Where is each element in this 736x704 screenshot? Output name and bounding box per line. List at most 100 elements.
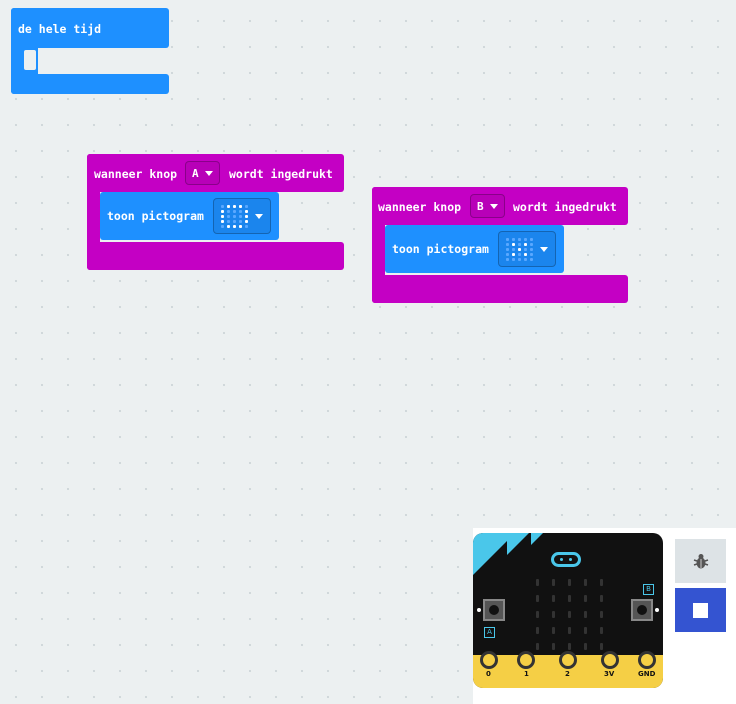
microbit-logo-icon[interactable] <box>551 552 581 567</box>
forever-label: de hele tijd <box>18 22 102 36</box>
on-button-b-pressed-block[interactable]: wanneer knop B wordt ingedrukt toon pict… <box>372 187 628 303</box>
led-cell <box>518 253 521 256</box>
led-cell <box>233 220 236 223</box>
chevron-down-icon <box>255 214 263 219</box>
debug-button[interactable] <box>675 539 726 583</box>
led-cell <box>227 210 230 213</box>
simulator-led <box>584 611 587 618</box>
led-cell <box>506 238 509 241</box>
pin-0[interactable] <box>480 651 498 669</box>
event-a-suffix: wordt ingedrukt <box>229 167 333 181</box>
led-cell <box>227 205 230 208</box>
simulator-led <box>600 627 603 634</box>
icon-picker-a[interactable] <box>213 198 271 234</box>
event-b-prefix: wanneer knop <box>378 200 462 214</box>
led-cell <box>524 253 527 256</box>
led-cell <box>524 258 527 261</box>
led-cell <box>530 238 533 241</box>
led-cell <box>518 238 521 241</box>
pin-gnd <box>638 651 656 669</box>
button-b-dropdown[interactable]: B <box>470 194 505 218</box>
led-cell <box>530 243 533 246</box>
button-b-label: B <box>643 584 654 595</box>
led-cell <box>524 243 527 246</box>
button-b-value: B <box>477 199 484 213</box>
simulator-led <box>568 595 571 602</box>
led-cell <box>221 220 224 223</box>
led-cell <box>227 225 230 228</box>
led-cell <box>227 220 230 223</box>
pin-label-2: 2 <box>565 670 570 678</box>
simulator-button-a[interactable] <box>483 599 505 621</box>
event-a-prefix: wanneer knop <box>94 167 178 181</box>
led-cell <box>506 248 509 251</box>
led-cell <box>239 210 242 213</box>
simulator-led <box>552 627 555 634</box>
led-cell <box>221 205 224 208</box>
bug-icon <box>693 554 708 569</box>
pin-label-3v: 3V <box>604 670 615 678</box>
simulator-led <box>600 611 603 618</box>
led-cell <box>512 243 515 246</box>
led-preview-a <box>220 204 250 230</box>
simulator-led <box>536 627 539 634</box>
pin-2[interactable] <box>559 651 577 669</box>
led-cell <box>512 238 515 241</box>
simulator-led-matrix <box>530 575 610 653</box>
simulator-led <box>600 643 603 650</box>
led-cell <box>512 253 515 256</box>
chevron-down-icon <box>204 170 213 176</box>
led-cell <box>524 238 527 241</box>
simulator-led <box>600 579 603 586</box>
led-cell <box>233 215 236 218</box>
show-icon-block-a[interactable]: toon pictogram <box>100 192 279 240</box>
led-cell <box>221 225 224 228</box>
led-cell <box>512 258 515 261</box>
led-cell <box>530 248 533 251</box>
led-preview-b <box>505 237 535 263</box>
led-cell <box>239 225 242 228</box>
simulator-led <box>584 595 587 602</box>
button-a-dropdown[interactable]: A <box>185 161 220 185</box>
pin-label-1: 1 <box>524 670 529 678</box>
show-icon-a-label: toon pictogram <box>107 209 204 223</box>
icon-picker-b[interactable] <box>498 231 556 267</box>
led-cell <box>518 258 521 261</box>
pin-1[interactable] <box>517 651 535 669</box>
simulator-led <box>584 579 587 586</box>
simulator-led <box>600 595 603 602</box>
stop-simulator-button[interactable] <box>675 588 726 632</box>
led-cell <box>506 258 509 261</box>
button-a-value: A <box>192 166 199 180</box>
led-cell <box>233 210 236 213</box>
led-cell <box>233 205 236 208</box>
simulator-led <box>536 611 539 618</box>
simulator-led <box>552 595 555 602</box>
event-b-suffix: wordt ingedrukt <box>513 200 617 214</box>
led-cell <box>233 225 236 228</box>
led-cell <box>518 243 521 246</box>
on-button-a-pressed-block[interactable]: wanneer knop A wordt ingedrukt toon pict… <box>87 154 344 270</box>
show-icon-b-label: toon pictogram <box>392 242 489 256</box>
simulator-led <box>552 643 555 650</box>
simulator-led <box>584 643 587 650</box>
pin-label-0: 0 <box>486 670 491 678</box>
simulator-led <box>568 643 571 650</box>
show-icon-block-b[interactable]: toon pictogram <box>385 225 564 273</box>
led-cell <box>245 205 248 208</box>
pin-label-gnd: GND <box>638 670 656 678</box>
led-cell <box>530 258 533 261</box>
simulator-led <box>584 627 587 634</box>
led-cell <box>245 215 248 218</box>
edge-connector: 0 1 2 3V GND <box>473 651 663 688</box>
led-cell <box>518 248 521 251</box>
simulator-button-b[interactable] <box>631 599 653 621</box>
simulator-led <box>552 579 555 586</box>
led-cell <box>227 215 230 218</box>
forever-block[interactable]: de hele tijd <box>11 8 169 96</box>
simulator-led <box>552 611 555 618</box>
led-cell <box>245 225 248 228</box>
led-cell <box>239 215 242 218</box>
led-cell <box>239 220 242 223</box>
simulator-led <box>536 643 539 650</box>
